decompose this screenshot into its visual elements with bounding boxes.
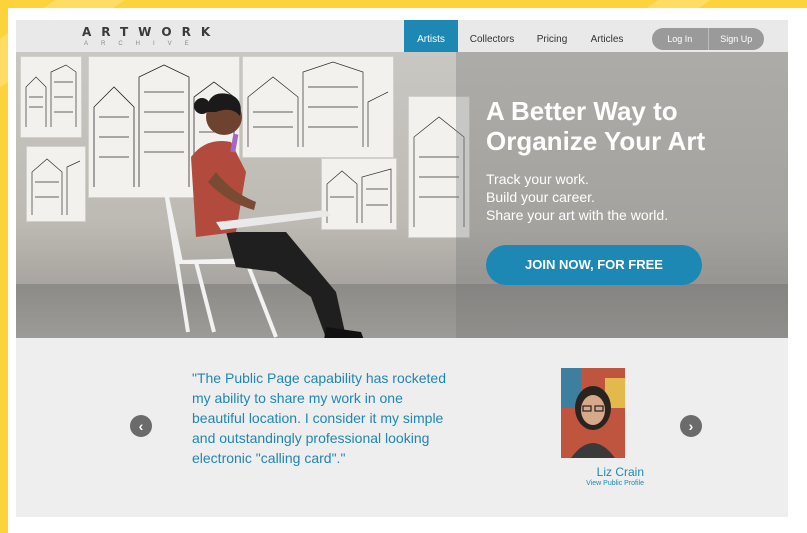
quote-line: my ability to share my work in one (192, 390, 403, 406)
quote-line: beautiful location. I consider it my sim… (192, 410, 444, 426)
quote-line: electronic "calling card"." (192, 450, 346, 466)
join-now-button[interactable]: JOIN NOW, FOR FREE (486, 245, 702, 285)
testimonial-section: ‹ › "The Public Page capability has rock… (16, 338, 788, 517)
quote-line: "The Public Page capability has rocketed (192, 370, 447, 386)
signup-button[interactable]: Sign Up (709, 28, 765, 50)
logo-wordmark: ARTWORK (82, 25, 221, 39)
chevron-right-icon[interactable]: › (680, 415, 702, 437)
hero-banner: A Better Way to Organize Your Art Track … (16, 52, 788, 338)
auth-buttons: Log In Sign Up (652, 28, 764, 50)
view-profile-link[interactable]: View Public Profile (526, 480, 644, 487)
hero-tagline: Track your work. Build your career. Shar… (486, 170, 786, 224)
quote-line: and outstandingly professional looking (192, 430, 430, 446)
hero-title: A Better Way to Organize Your Art (486, 96, 786, 156)
artist-photo (164, 93, 364, 338)
hero-tagline-line: Build your career. (486, 189, 595, 205)
artwork-image (26, 146, 86, 222)
logo-subtitle: ARCHIVE (84, 41, 202, 47)
hero-title-line: A Better Way to (486, 96, 678, 126)
author-photo (561, 368, 625, 458)
chevron-left-icon[interactable]: ‹ (130, 415, 152, 437)
testimonial-quote: "The Public Page capability has rocketed… (192, 368, 532, 468)
login-button[interactable]: Log In (652, 28, 708, 50)
artwork-image (20, 56, 82, 138)
author-name: Liz Crain (596, 465, 644, 479)
hero-tagline-line: Track your work. (486, 171, 589, 187)
hero-tagline-line: Share your art with the world. (486, 207, 669, 223)
hero-title-line: Organize Your Art (486, 126, 706, 156)
